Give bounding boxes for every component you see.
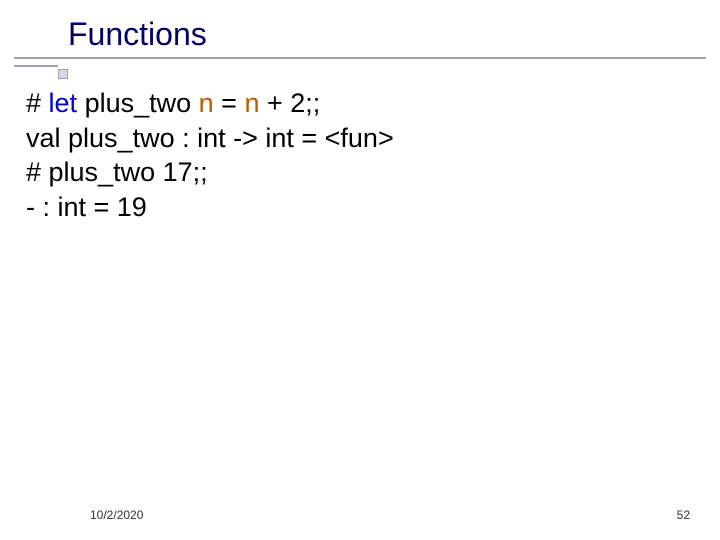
slide-title: Functions bbox=[0, 16, 720, 53]
footer-page-number: 52 bbox=[677, 508, 690, 522]
code-line-2: val plus_two : int -> int = <fun> bbox=[26, 121, 690, 156]
footer: 10/2/2020 52 bbox=[0, 504, 720, 522]
expr-tail: + 2;; bbox=[259, 88, 320, 118]
code-line-3: # plus_two 17;; bbox=[26, 155, 690, 190]
slide: Functions # let plus_two n = n + 2;; val… bbox=[0, 0, 720, 540]
footer-date: 10/2/2020 bbox=[90, 508, 143, 522]
rule-short bbox=[14, 65, 58, 67]
equals: = bbox=[214, 88, 245, 118]
bullet-square-icon bbox=[58, 69, 68, 79]
title-block: Functions bbox=[0, 16, 720, 77]
code-line-4: - : int = 19 bbox=[26, 190, 690, 225]
func-name: plus_two bbox=[77, 88, 199, 118]
code-line-1: # let plus_two n = n + 2;; bbox=[26, 86, 690, 121]
var-n: n bbox=[244, 88, 259, 118]
rule-long bbox=[14, 57, 706, 59]
param-n: n bbox=[199, 88, 214, 118]
title-rule bbox=[0, 57, 720, 77]
keyword-let: let bbox=[49, 88, 78, 118]
prompt: # bbox=[26, 88, 49, 118]
code-block: # let plus_two n = n + 2;; val plus_two … bbox=[26, 86, 690, 224]
